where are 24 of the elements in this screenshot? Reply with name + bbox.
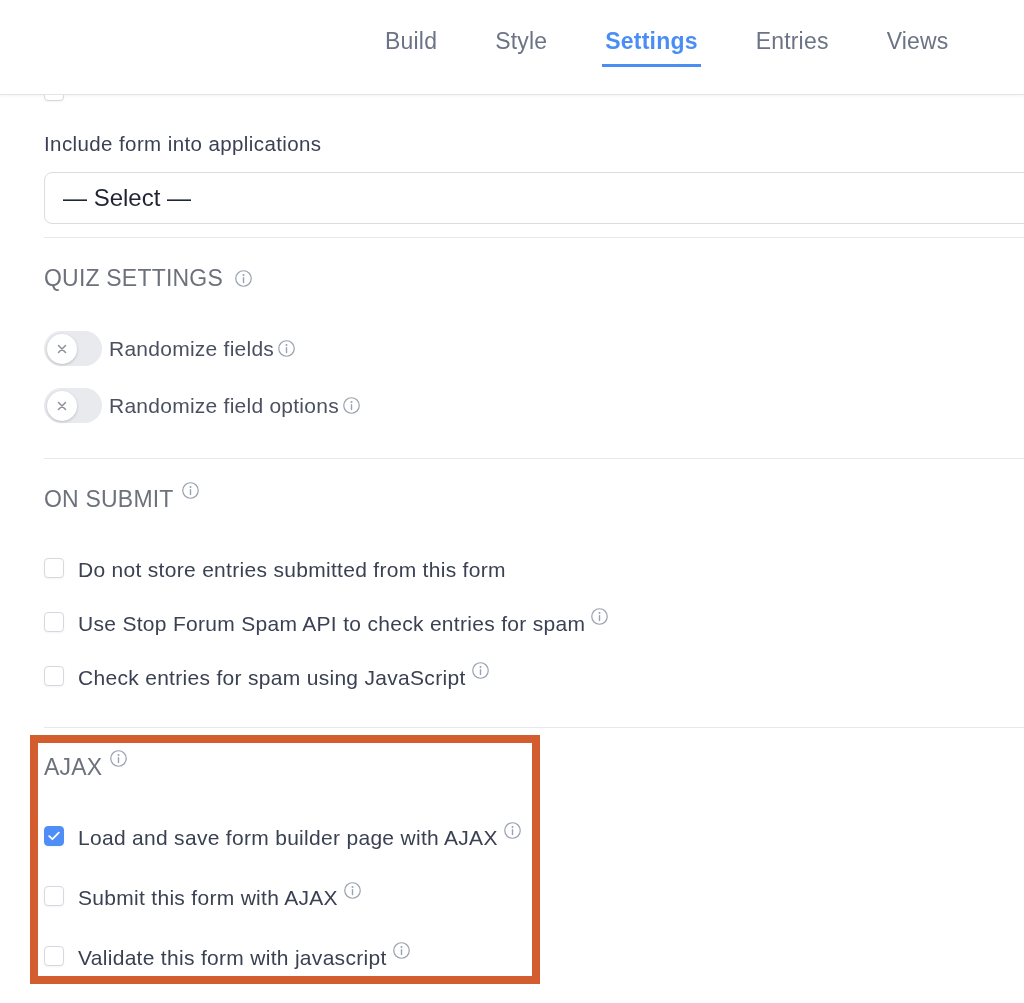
option-label: Use Stop Forum Spam API to check entries for spam	[78, 612, 586, 636]
checkbox[interactable]	[44, 826, 64, 846]
option-label: Do not store entries submitted from this form	[78, 558, 506, 582]
tab[interactable]: Settings	[602, 27, 701, 67]
x-icon	[57, 400, 67, 411]
check-icon	[48, 831, 60, 841]
option-label: Check entries for spam using JavaScript	[78, 666, 466, 690]
section-title: AJAX	[44, 753, 103, 781]
toggle-label: Randomize fields	[109, 336, 275, 361]
option-label: Submit this form with AJAX	[78, 886, 338, 910]
select-field[interactable]: — Select —	[44, 172, 1024, 224]
option-label: Validate this form with javascript	[78, 946, 387, 970]
x-icon	[57, 343, 67, 354]
section-title: ON SUBMIT	[44, 485, 174, 513]
toggle-switch[interactable]	[44, 388, 102, 423]
tab[interactable]: Entries	[752, 27, 832, 67]
section-title: QUIZ SETTINGS	[44, 264, 223, 292]
toggle-label: Randomize field options	[109, 393, 339, 418]
toggle-switch[interactable]	[44, 331, 102, 366]
tab[interactable]: Build	[382, 27, 441, 67]
option-label: Load and save form builder page with AJAX	[78, 826, 498, 850]
tab[interactable]: Style	[492, 27, 551, 67]
field-label: Include form into applications	[44, 132, 323, 156]
tab[interactable]: Views	[883, 27, 952, 67]
